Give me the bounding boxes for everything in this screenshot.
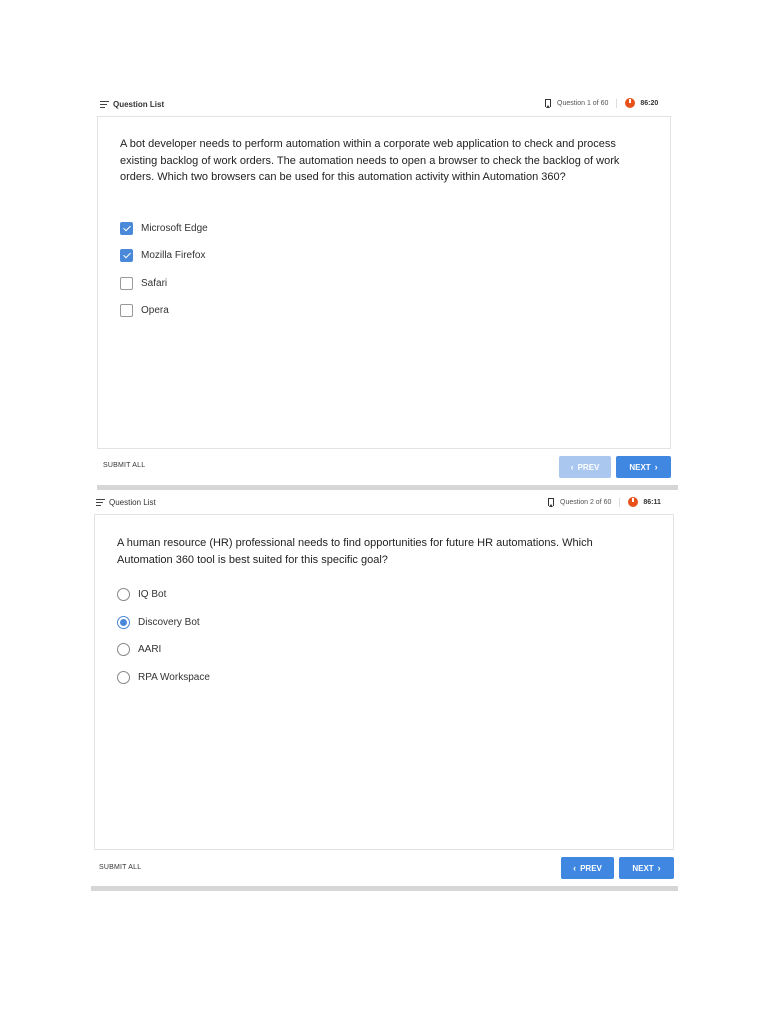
checkbox[interactable] [120,304,133,317]
question-counter: Question 2 of 60 [560,498,612,506]
question-list-button[interactable]: Question List [96,498,156,507]
radio-button[interactable] [117,643,130,656]
option-rpa-workspace[interactable]: RPA Workspace [117,671,210,684]
next-button[interactable]: NEXT › [616,456,671,478]
timer-value: 86:20 [640,99,659,107]
option-label: IQ Bot [138,589,167,600]
option-iq-bot[interactable]: IQ Bot [117,588,166,601]
submit-all-button[interactable]: SUBMIT ALL [99,864,141,871]
separator [616,98,618,108]
next-label: NEXT [629,462,651,472]
timer-icon [628,497,639,507]
option-label: Safari [141,278,168,289]
option-opera[interactable]: Opera [120,304,169,317]
chevron-left-icon: ‹ [573,863,577,873]
radio-button[interactable] [117,616,130,629]
option-label: Opera [141,305,169,316]
option-safari[interactable]: Safari [120,277,167,290]
prev-label: PREV [577,462,600,472]
submit-all-button[interactable]: SUBMIT ALL [103,462,145,469]
prev-button[interactable]: ‹ PREV [561,857,614,879]
checkbox[interactable] [120,249,133,262]
list-icon [100,100,109,108]
timer-icon [625,98,636,108]
prev-label: PREV [580,863,602,873]
question-counter: Question 1 of 60 [557,99,609,107]
option-microsoft-edge[interactable]: Microsoft Edge [120,222,208,235]
checkbox[interactable] [120,222,133,235]
option-discovery-bot[interactable]: Discovery Bot [117,616,200,629]
topbar: Question List [96,492,156,512]
question-list-label: Question List [109,497,156,507]
question-text: A bot developer needs to perform automat… [120,138,620,183]
separator [619,497,621,507]
option-aari[interactable]: AARI [117,643,161,656]
bookmark-icon[interactable] [545,99,551,108]
question-list-button[interactable]: Question List [100,100,164,109]
checkbox[interactable] [120,277,133,290]
timer-value: 86:11 [643,498,661,506]
chevron-right-icon: › [657,863,661,873]
next-label: NEXT [632,863,654,873]
panel-divider [91,886,678,891]
radio-button[interactable] [117,588,130,601]
prev-button[interactable]: ‹ PREV [559,456,611,478]
option-mozilla-firefox[interactable]: Mozilla Firefox [120,249,205,262]
option-label: Mozilla Firefox [141,250,206,261]
panel-divider [97,485,678,490]
chevron-left-icon: ‹ [570,462,574,472]
next-button[interactable]: NEXT › [619,857,674,879]
question-text: A human resource (HR) professional needs… [117,537,593,566]
option-label: AARI [138,644,162,655]
question-status: Question 1 of 60 86:20 [545,98,658,108]
list-icon [96,498,105,506]
chevron-right-icon: › [654,462,658,472]
option-label: Microsoft Edge [141,223,208,234]
option-label: RPA Workspace [138,672,210,683]
option-label: Discovery Bot [138,617,200,628]
question-list-label: Question List [113,99,165,109]
bookmark-icon[interactable] [548,498,554,507]
topbar: Question List [100,94,164,114]
question-status: Question 2 of 60 86:11 [548,497,661,507]
radio-button[interactable] [117,671,130,684]
